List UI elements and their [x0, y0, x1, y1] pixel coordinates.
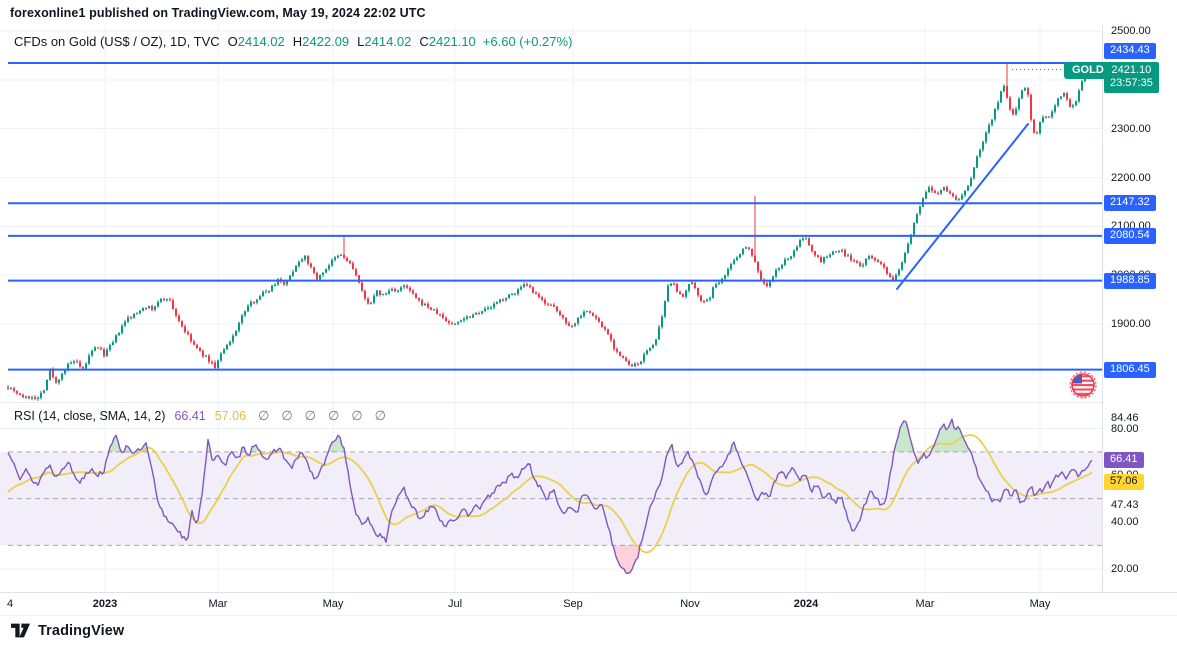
muted-value-icon: ∅ [328, 408, 339, 423]
ohlc-value: 2414.02 [238, 34, 285, 49]
time-axis-label: Nov [680, 598, 700, 610]
ohlc-letter: O [228, 34, 238, 49]
symbol-title[interactable]: CFDs on Gold (US$ / OZ), 1D, TVC [14, 34, 220, 49]
ohlc-letter: H [293, 34, 302, 49]
ohlc-value: 2421.10 [429, 34, 476, 49]
price-level-badge: 1988.85 [1104, 273, 1156, 289]
pane-divider[interactable] [0, 402, 1177, 403]
time-axis-label: Sep [563, 598, 583, 610]
time-axis-label: 2023 [93, 598, 117, 610]
rsi-sma-value: 57.06 [215, 409, 246, 423]
muted-value-icon: ∅ [375, 408, 386, 423]
bar-countdown: 23:57:35 [1110, 77, 1153, 90]
ohlc-letter: C [419, 34, 428, 49]
time-axis-label: Jul [448, 598, 462, 610]
footer: TradingView [10, 621, 124, 640]
price-level-badge: 1806.45 [1104, 362, 1156, 378]
time-axis[interactable]: 4 2023 Mar May Jul Sep Nov 2024 Mar May [0, 592, 1177, 616]
price-level-badge: 2147.32 [1104, 195, 1156, 211]
rsi-indicator-title[interactable]: RSI (14, close, SMA, 14, 2) [14, 409, 165, 423]
main-price-pane[interactable] [0, 25, 1102, 403]
rsi-level-badge: 57.06 [1104, 474, 1144, 490]
current-price-value: 2421.10 [1110, 64, 1153, 77]
legend-change: +6.60 (+0.27%) [483, 34, 573, 49]
time-axis-label: Mar [209, 598, 228, 610]
price-axis-label: 2500.00 [1108, 24, 1154, 38]
symbol-price-label: GOLD [1064, 62, 1112, 79]
rsi-axis-label: 47.43 [1108, 498, 1142, 512]
price-axis[interactable]: 2500.002300.002200.002100.002000.001900.… [1103, 25, 1177, 592]
main-legend[interactable]: CFDs on Gold (US$ / OZ), 1D, TVCO2414.02… [14, 34, 572, 49]
muted-value-icon: ∅ [258, 408, 269, 423]
rsi-axis-label: 40.00 [1108, 515, 1142, 529]
time-axis-label: 4 [7, 598, 13, 610]
tradingview-brand-text[interactable]: TradingView [38, 623, 124, 639]
page: forexonline1 published on TradingView.co… [0, 0, 1177, 650]
muted-value-icon: ∅ [351, 408, 362, 423]
us-flag-globe-icon [1068, 370, 1098, 400]
price-level-badge: 2080.54 [1104, 228, 1156, 244]
ohlc-value: 2422.09 [302, 34, 349, 49]
price-axis-label: 2200.00 [1108, 171, 1154, 185]
price-axis-label: 1900.00 [1108, 317, 1154, 331]
legend-ohlc-values: O2414.02H2422.09L2414.02C2421.10 [220, 34, 476, 49]
time-axis-label: May [1030, 598, 1051, 610]
price-level-badge: 2434.43 [1104, 43, 1156, 59]
muted-value-icon: ∅ [305, 408, 316, 423]
time-axis-label: May [323, 598, 344, 610]
muted-values-icons: ∅ ∅ ∅ ∅ ∅ ∅ [246, 409, 386, 423]
published-header: forexonline1 published on TradingView.co… [10, 6, 426, 20]
chart-container: CFDs on Gold (US$ / OZ), 1D, TVCO2414.02… [0, 25, 1177, 616]
rsi-axis-label: 20.00 [1108, 562, 1142, 576]
ohlc-value: 2414.02 [364, 34, 411, 49]
current-price-badge: 2421.1023:57:35 [1104, 62, 1159, 93]
tradingview-logo-icon[interactable] [10, 621, 31, 640]
rsi-level-badge: 66.41 [1104, 452, 1144, 468]
price-axis-label: 2300.00 [1108, 122, 1154, 136]
rsi-legend[interactable]: RSI (14, close, SMA, 14, 2)66.4157.06∅∅∅… [14, 408, 386, 424]
muted-value-icon: ∅ [281, 408, 292, 423]
rsi-pane[interactable] [0, 403, 1102, 592]
time-axis-label: Mar [916, 598, 935, 610]
rsi-value: 66.41 [174, 409, 205, 423]
time-axis-label: 2024 [794, 598, 818, 610]
rsi-axis-label: 80.00 [1108, 422, 1142, 436]
